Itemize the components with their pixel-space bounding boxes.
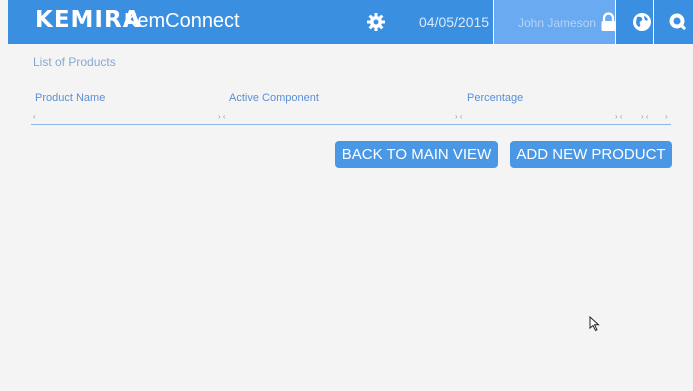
column-resize-handle[interactable]: › ‹ — [615, 112, 623, 122]
top-bar: KEMIRA KemConnect 04/05/2015 John Jameso… — [8, 0, 693, 44]
back-to-main-view-button[interactable]: BACK TO MAIN VIEW — [335, 141, 498, 168]
table-scroll-row[interactable]: ‹ › ‹ › ‹ › ‹ › ‹ › — [31, 112, 671, 125]
globe-icon[interactable] — [632, 12, 652, 32]
column-header-active-component[interactable]: Active Component — [229, 92, 319, 104]
column-resize-handle[interactable]: › ‹ — [218, 112, 226, 122]
header-divider — [653, 0, 654, 44]
gear-icon[interactable] — [366, 12, 386, 32]
user-menu[interactable]: John Jameson — [493, 0, 616, 44]
header-divider — [615, 0, 616, 44]
column-resize-handle[interactable]: › ‹ — [641, 112, 649, 122]
current-date: 04/05/2015 — [419, 14, 490, 30]
search-icon[interactable] — [668, 12, 688, 32]
column-header-percentage[interactable]: Percentage — [467, 92, 523, 104]
add-new-product-button[interactable]: ADD NEW PRODUCT — [510, 141, 672, 168]
section-title: List of Products — [33, 55, 116, 69]
scroll-left-arrow-icon[interactable]: ‹ — [33, 112, 36, 122]
mouse-cursor-icon — [589, 316, 600, 332]
column-header-product-name[interactable]: Product Name — [35, 92, 105, 104]
column-resize-handle[interactable]: › ‹ — [455, 112, 463, 122]
app-name: KemConnect — [124, 10, 240, 32]
scroll-right-arrow-icon[interactable]: › — [665, 112, 668, 122]
user-name: John Jameson — [518, 16, 597, 30]
